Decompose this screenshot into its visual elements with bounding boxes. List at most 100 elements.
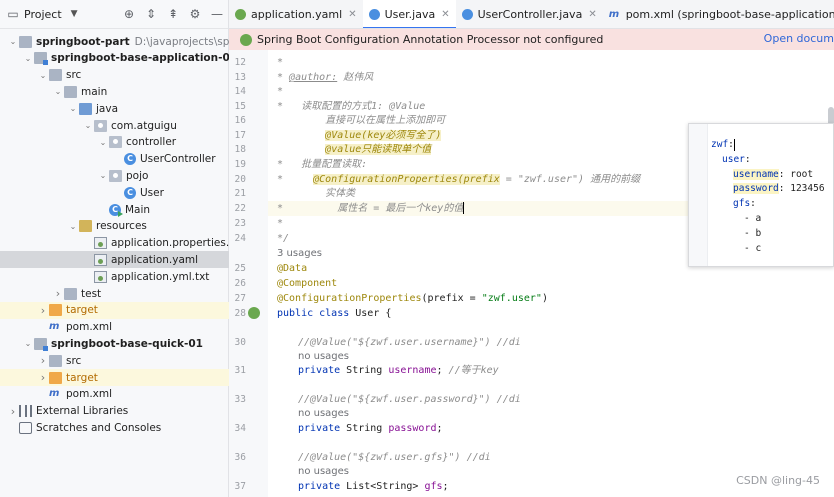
expand-arrow-icon[interactable]: ⌄ [82, 121, 94, 130]
tree-item[interactable]: › src [0, 352, 229, 369]
collapse-arrow-icon[interactable]: › [52, 287, 64, 300]
line-number: 33 [234, 394, 246, 405]
watermark: CSDN @ling-45 [736, 474, 820, 487]
collapse-arrow-icon[interactable]: › [7, 405, 19, 418]
field-name: gfs [424, 481, 443, 492]
tree-item[interactable]: application.properties.txt [0, 235, 229, 252]
yaml-value: c [755, 242, 762, 254]
type: String [340, 365, 389, 376]
tab-label: UserController.java [477, 7, 583, 21]
tree-item[interactable]: ⌄ com.atguigu [0, 117, 229, 134]
line-number: 31 [234, 365, 246, 376]
tree-item[interactable]: m pom.xml [0, 386, 229, 403]
line-number: 19 [234, 159, 246, 170]
project-toolbar: ⊕ ⇕ ⇞ ⚙ — [122, 7, 224, 21]
annotation-args: (prefix = [421, 293, 482, 304]
expand-arrow-icon[interactable]: ⌄ [52, 87, 64, 96]
tree-item[interactable]: › test [0, 285, 229, 302]
line-number: 13 [234, 72, 246, 83]
code-line-35: //@Value("${zwf.user.gfs}") //di [298, 452, 491, 463]
code-line-14: * [277, 86, 284, 97]
line-number: 25 [234, 263, 246, 274]
code-line-31: private String username; //等于key [298, 363, 499, 378]
expand-arrow-icon[interactable]: ⌄ [97, 138, 109, 147]
tree-item-label: resources [96, 220, 147, 233]
open-docs-link[interactable]: Open docum [764, 32, 834, 45]
java-class-icon: C [124, 186, 136, 199]
code-editor[interactable]: 12 13 14 15 16 17 18 19 20 21 22 23 24 25 26 27 28 30 31 33… [229, 50, 834, 497]
editor-tab[interactable]: User.java ✕ [362, 0, 456, 28]
tree-item[interactable]: ⌄ controller [0, 134, 229, 151]
tree-item[interactable]: C User [0, 184, 229, 201]
maven-icon: m [49, 321, 60, 333]
yaml-line: gfs: [711, 196, 756, 211]
no-usages-hint[interactable]: no usages [298, 406, 349, 421]
tree-item[interactable]: C Main [0, 201, 229, 218]
field-name: password [388, 423, 437, 434]
tree-item[interactable]: ⌄ java [0, 100, 229, 117]
tree-item[interactable]: ⌄ springboot-base-application-02 [0, 50, 229, 67]
no-usages-hint[interactable]: no usages [298, 349, 349, 364]
gear-icon[interactable]: ⚙ [188, 7, 202, 21]
tree-item[interactable]: m pom.xml [0, 319, 229, 336]
collapse-arrow-icon[interactable]: › [37, 371, 49, 384]
line-number: 36 [234, 452, 246, 463]
package-icon [94, 119, 107, 132]
close-icon[interactable]: ✕ [441, 9, 449, 20]
collapse-all-icon[interactable]: ⇞ [166, 7, 180, 21]
close-icon[interactable]: ✕ [588, 9, 596, 20]
tree-item[interactable]: › target [0, 301, 229, 319]
tree-item[interactable]: ⌄ pojo [0, 167, 229, 184]
module-folder-icon [34, 337, 48, 351]
tree-item[interactable]: › target [0, 369, 229, 386]
expand-arrow-icon[interactable]: ⌄ [67, 222, 79, 231]
line-number: 24 [234, 233, 246, 244]
editor-tab[interactable]: m pom.xml (springboot-base-application-02… [603, 0, 834, 28]
tree-item-label: springboot-base-quick-01 [51, 337, 203, 350]
hide-panel-icon[interactable]: — [210, 7, 224, 21]
tree-item-label: application.yaml [111, 253, 199, 266]
no-usages-hint[interactable]: no usages [298, 464, 349, 479]
collapse-arrow-icon[interactable]: › [37, 304, 49, 317]
line-number: 12 [234, 57, 246, 68]
expand-arrow-icon[interactable]: ⌄ [97, 171, 109, 180]
project-view-title[interactable]: Project [24, 8, 62, 21]
tree-item[interactable]: C UserController [0, 151, 229, 168]
tree-item[interactable]: ⌄ main [0, 83, 229, 100]
preview-gutter [689, 124, 708, 266]
tree-item[interactable]: ⌄ springboot-base-quick-01 [0, 335, 229, 352]
java-class-icon [461, 8, 473, 20]
yaml-value: a [755, 213, 762, 224]
usages-hint[interactable]: 3 usages [277, 246, 322, 261]
tree-item[interactable]: application.yaml [0, 251, 229, 269]
line-number: 34 [234, 423, 246, 434]
tree-item[interactable]: ⌄ src [0, 67, 229, 84]
locate-icon[interactable]: ⊕ [122, 7, 136, 21]
tree-item[interactable]: ⌄ springboot-part D:\javaprojects\springbo… [0, 33, 229, 50]
folder-icon [49, 69, 62, 82]
expand-all-icon[interactable]: ⇕ [144, 7, 158, 21]
spring-bean-icon[interactable] [248, 307, 260, 319]
collapse-arrow-icon[interactable]: › [37, 354, 49, 367]
tree-item[interactable]: ⌄ resources [0, 218, 229, 235]
tree-item[interactable]: › External Libraries [0, 403, 229, 420]
code-line-37: private List<String> gfs; [298, 479, 449, 494]
editor-tab[interactable]: UserController.java ✕ [456, 0, 603, 28]
editor-tab[interactable]: application.yaml ✕ [229, 0, 363, 28]
code-line-34: private String password; [298, 421, 443, 436]
notification-banner: Spring Boot Configuration Annotation Pro… [229, 29, 834, 50]
expand-arrow-icon[interactable]: ⌄ [37, 71, 49, 80]
keyword: private [298, 481, 341, 492]
close-icon[interactable]: ✕ [348, 9, 356, 20]
expand-arrow-icon[interactable]: ⌄ [22, 339, 34, 348]
chevron-down-icon[interactable]: ▼ [71, 9, 78, 19]
tree-item[interactable]: application.yml.txt [0, 268, 229, 285]
tree-item-label: target [66, 304, 98, 317]
expand-arrow-icon[interactable]: ⌄ [22, 54, 34, 63]
expand-arrow-icon[interactable]: ⌄ [67, 104, 79, 113]
tree-item[interactable]: Scratches and Consoles [0, 419, 229, 436]
tab-label: pom.xml (springboot-base-application-02) [625, 7, 834, 21]
expand-arrow-icon[interactable]: ⌄ [7, 37, 19, 46]
config-file-icon [94, 270, 107, 283]
spring-icon [240, 33, 252, 46]
